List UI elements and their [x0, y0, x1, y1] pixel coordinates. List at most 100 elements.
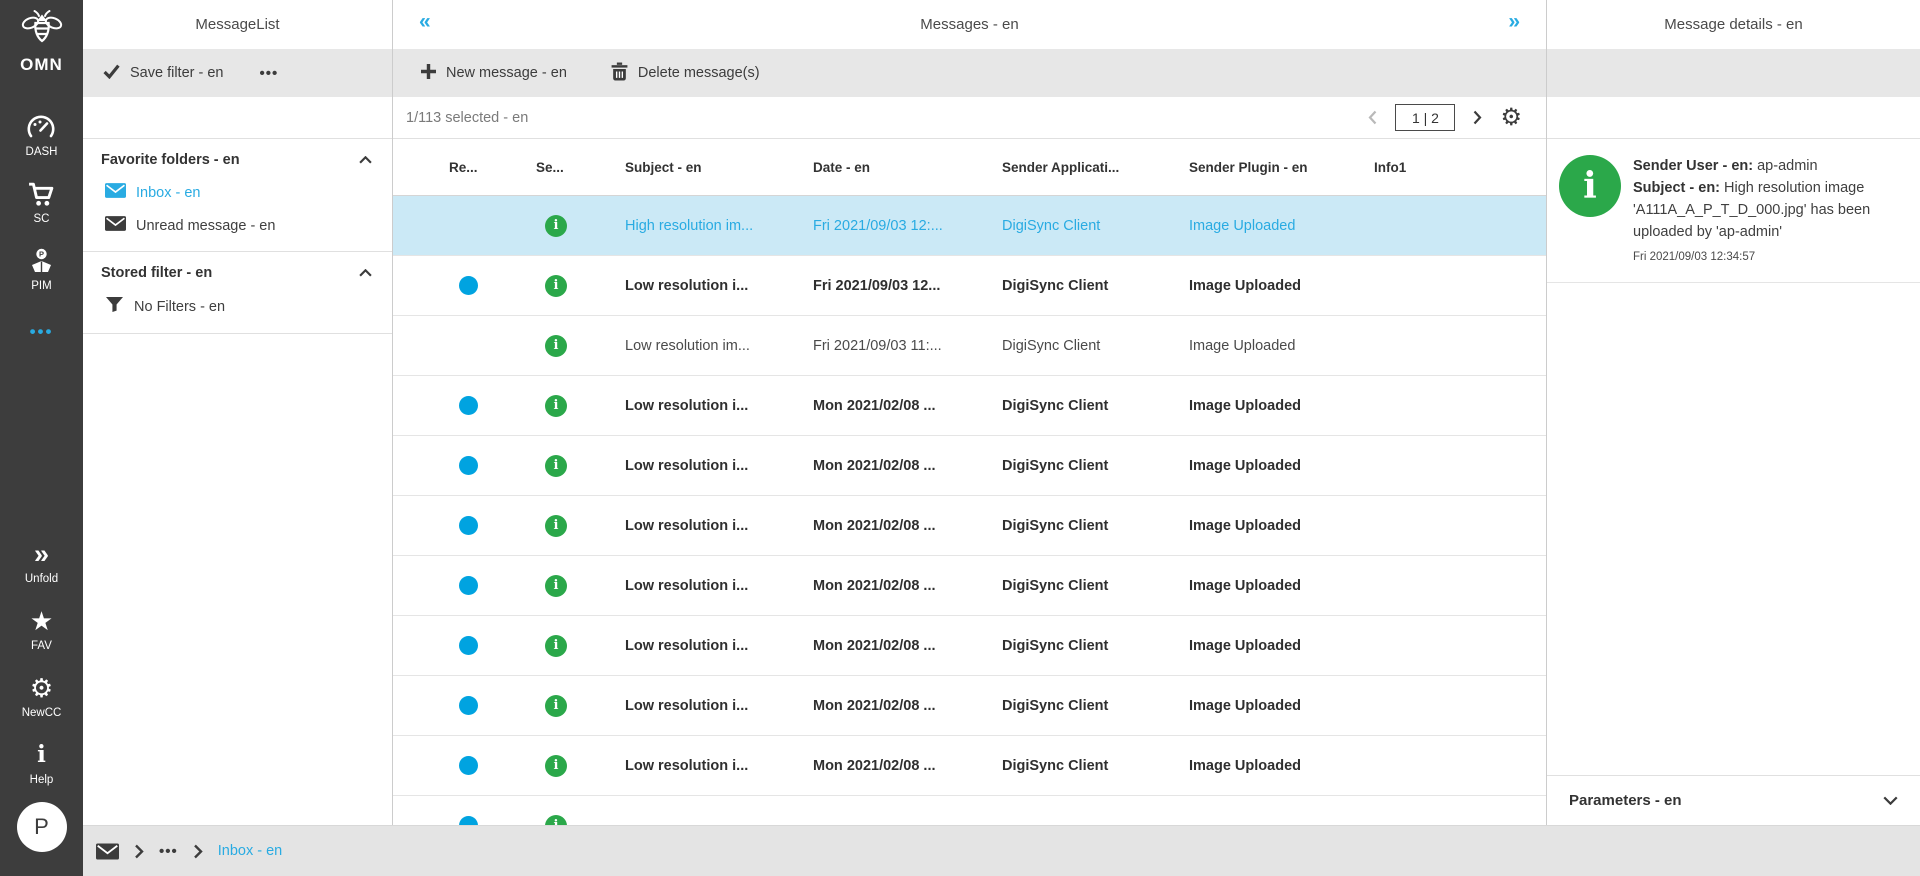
- messages-toolbar: New message - en Delete message(s): [393, 49, 1546, 97]
- chevron-up-icon[interactable]: [359, 264, 372, 282]
- details-toolbar: [1547, 49, 1920, 97]
- page-number-box[interactable]: 1 | 2: [1395, 104, 1455, 131]
- table-header-row: Re... Se... Subject - en Date - en Sende…: [393, 139, 1546, 196]
- message-row[interactable]: iLow resolution i...Mon 2021/02/08 ...Di…: [393, 496, 1546, 556]
- column-read[interactable]: Re...: [443, 160, 530, 175]
- save-filter-button[interactable]: Save filter - en: [103, 64, 224, 83]
- unread-dot-icon: [459, 696, 478, 715]
- cell-sender-app: DigiSync Client: [996, 398, 1183, 414]
- breadcrumb-ellipsis[interactable]: •••: [159, 843, 178, 860]
- user-avatar[interactable]: P: [17, 802, 67, 852]
- cell-date: Mon 2021/02/08 ...: [807, 758, 996, 774]
- cell-sender-plugin: Image Uploaded: [1183, 698, 1368, 714]
- sidebar-item-help[interactable]: i Help: [30, 741, 54, 786]
- message-row[interactable]: iLow resolution i...Mon 2021/02/08 ...Di…: [393, 736, 1546, 796]
- cell-date: Mon 2021/02/08 ...: [807, 698, 996, 714]
- selection-status-row: 1/113 selected - en 1 | 2 ⚙: [393, 97, 1546, 139]
- cell-subject: Low resolution i...: [619, 758, 807, 774]
- page-previous-icon[interactable]: [1368, 110, 1377, 125]
- pagination: 1 | 2 ⚙: [1368, 104, 1522, 131]
- cell-date: Mon 2021/02/08 ...: [807, 518, 996, 534]
- collapse-left-icon[interactable]: «: [419, 10, 431, 34]
- info-icon: i: [545, 335, 567, 357]
- filter-item-none[interactable]: No Filters - en: [101, 296, 372, 317]
- cell-sender-plugin: Image Uploaded: [1183, 518, 1368, 534]
- message-row[interactable]: i Low resolution i...Mon 2021/02/08 ...Di…: [393, 376, 1546, 436]
- sidebar-item-label: DASH: [26, 146, 58, 158]
- cell-sender-app: DigiSync Client: [996, 338, 1183, 354]
- sidebar-more-dots-icon[interactable]: •••: [30, 322, 54, 342]
- sidebar-item-label: SC: [34, 213, 50, 225]
- breadcrumb-root-envelope-icon[interactable]: [96, 843, 119, 860]
- delete-message-button[interactable]: Delete message(s): [611, 62, 760, 85]
- sidebar-item-sc[interactable]: SC: [27, 180, 56, 225]
- omn-logo[interactable]: OMN: [19, 8, 65, 75]
- section-title: Favorite folders - en: [101, 152, 240, 168]
- column-subject[interactable]: Subject - en: [619, 160, 807, 175]
- message-row[interactable]: iLow resolution im...Fri 2021/09/03 11:.…: [393, 316, 1546, 376]
- messages-panel-header: « Messages - en »: [393, 0, 1546, 49]
- page-next-icon[interactable]: [1473, 110, 1482, 125]
- app-window: OMN DASH SC: [0, 0, 1920, 876]
- sidebar-item-unfold[interactable]: » Unfold: [25, 540, 58, 585]
- save-filter-label: Save filter - en: [130, 65, 224, 81]
- details-panel-strip: [1547, 97, 1920, 139]
- stored-filter-header[interactable]: Stored filter - en: [101, 264, 372, 282]
- favorite-folders-header[interactable]: Favorite folders - en: [101, 151, 372, 169]
- breadcrumb-current-folder[interactable]: Inbox - en: [218, 843, 283, 859]
- message-row[interactable]: iLow resolution i...Fri 2021/09/03 12...…: [393, 256, 1546, 316]
- cell-sender-plugin: Image Uploaded: [1183, 578, 1368, 594]
- cell-sender-app: DigiSync Client: [996, 638, 1183, 654]
- column-severity[interactable]: Se...: [530, 160, 619, 175]
- column-date[interactable]: Date - en: [807, 160, 996, 175]
- info-icon: i: [545, 755, 567, 777]
- star-icon: ★: [30, 607, 53, 635]
- cell-date: Mon 2021/02/08 ...: [807, 458, 996, 474]
- sidebar-item-pim[interactable]: P PIM: [28, 247, 55, 292]
- new-message-button[interactable]: New message - en: [421, 64, 567, 83]
- message-row[interactable]: iLow resolution i...Mon 2021/02/08 ...Di…: [393, 436, 1546, 496]
- message-row[interactable]: iLow resolution i...Mon 2021/02/08 ...Di…: [393, 556, 1546, 616]
- sidebar-item-newcc[interactable]: ⚙ NewCC: [22, 674, 62, 719]
- message-details-text: Sender User - en: ap-admin Subject - en:…: [1633, 155, 1906, 268]
- sidebar-item-fav[interactable]: ★ FAV: [30, 607, 53, 652]
- chevron-up-icon[interactable]: [359, 151, 372, 169]
- sidebar-item-label: FAV: [31, 640, 52, 652]
- parameters-section-header[interactable]: Parameters - en: [1547, 775, 1920, 825]
- folders-toolbar: Save filter - en •••: [83, 49, 392, 97]
- cell-sender-plugin: Image Uploaded: [1183, 398, 1368, 414]
- message-row[interactable]: iLow resolution i...Mon 2021/02/08 ...Di…: [393, 616, 1546, 676]
- folders-more-menu-icon[interactable]: •••: [260, 65, 279, 82]
- cell-sender-app: DigiSync Client: [996, 518, 1183, 534]
- sidebar-item-dash[interactable]: DASH: [26, 113, 58, 158]
- cell-severity: i: [530, 635, 619, 657]
- column-info1[interactable]: Info1: [1368, 160, 1546, 175]
- cell-read-status: [443, 276, 530, 295]
- info-icon: i: [545, 515, 567, 537]
- checkmark-icon: [103, 64, 120, 83]
- cell-read-status: [443, 576, 530, 595]
- collapse-right-icon[interactable]: »: [1508, 10, 1520, 34]
- column-sender-plugin[interactable]: Sender Plugin - en: [1183, 160, 1368, 175]
- folders-panel: MessageList Save filter - en ••• Favorit…: [83, 0, 393, 876]
- bee-logo-icon: [19, 8, 65, 53]
- message-row[interactable]: iLow resolution i...Mon 2021/02/08 ...Di…: [393, 676, 1546, 736]
- cell-read-status: [443, 756, 530, 775]
- folder-item-unread[interactable]: Unread message - en: [101, 216, 372, 235]
- message-row[interactable]: iHigh resolution im...Fri 2021/09/03 12:…: [393, 196, 1546, 256]
- details-panel: Message details - en i Sender User - en:…: [1547, 0, 1920, 876]
- cell-date: Mon 2021/02/08 ...: [807, 578, 996, 594]
- cell-subject: Low resolution i...: [619, 398, 807, 414]
- cell-sender-plugin: Image Uploaded: [1183, 278, 1368, 294]
- chevron-down-icon[interactable]: [1883, 792, 1898, 810]
- cell-date: Mon 2021/02/08 ...: [807, 398, 996, 414]
- cell-date: Fri 2021/09/03 12:...: [807, 218, 996, 234]
- column-sender-app[interactable]: Sender Applicati...: [996, 160, 1183, 175]
- folder-item-inbox[interactable]: Inbox - en: [101, 183, 372, 202]
- messages-panel: « Messages - en » New message - en: [393, 0, 1547, 876]
- new-message-label: New message - en: [446, 65, 567, 81]
- sidebar-item-label: PIM: [31, 280, 51, 292]
- table-settings-gear-icon[interactable]: ⚙: [1500, 106, 1522, 130]
- info-icon: i: [545, 395, 567, 417]
- cell-date: Fri 2021/09/03 11:...: [807, 338, 996, 354]
